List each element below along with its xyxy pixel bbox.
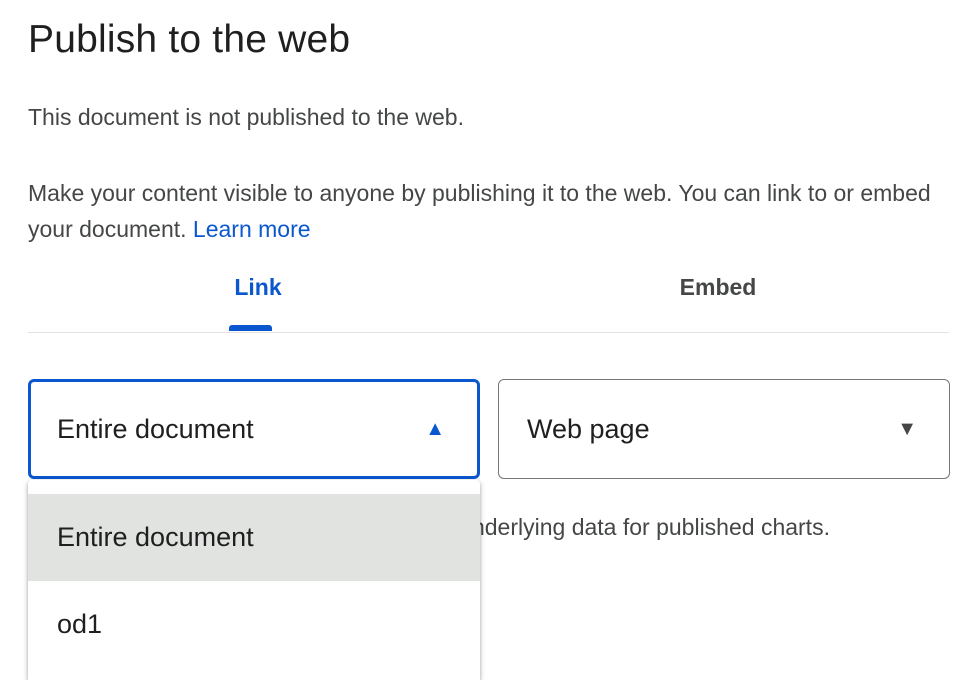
dialog-title: Publish to the web xyxy=(28,18,351,61)
publish-status-text: This document is not published to the we… xyxy=(28,104,464,130)
scope-select-value: Entire document xyxy=(57,414,254,444)
caret-down-icon: ▼ xyxy=(897,418,917,440)
format-select[interactable]: Web page ▼ xyxy=(498,379,950,479)
active-tab-indicator xyxy=(229,325,272,331)
scope-select[interactable]: Entire document ▲ xyxy=(28,379,480,479)
publish-tabs: Link Embed xyxy=(28,262,949,333)
learn-more-link[interactable]: Learn more xyxy=(193,216,311,242)
menu-item-entire-document[interactable]: Entire document xyxy=(28,494,480,581)
description-text: Make your content visible to anyone by p… xyxy=(28,180,931,242)
tab-link[interactable]: Link xyxy=(28,262,488,332)
publish-description: Make your content visible to anyone by p… xyxy=(28,175,948,247)
caret-up-icon: ▲ xyxy=(425,418,445,440)
charts-data-note: e underlying data for published charts. xyxy=(440,514,830,540)
scope-dropdown-menu: Entire document od1 xyxy=(28,480,480,680)
menu-item-od1[interactable]: od1 xyxy=(28,581,480,668)
tab-embed[interactable]: Embed xyxy=(488,262,948,332)
format-select-value: Web page xyxy=(527,414,650,444)
